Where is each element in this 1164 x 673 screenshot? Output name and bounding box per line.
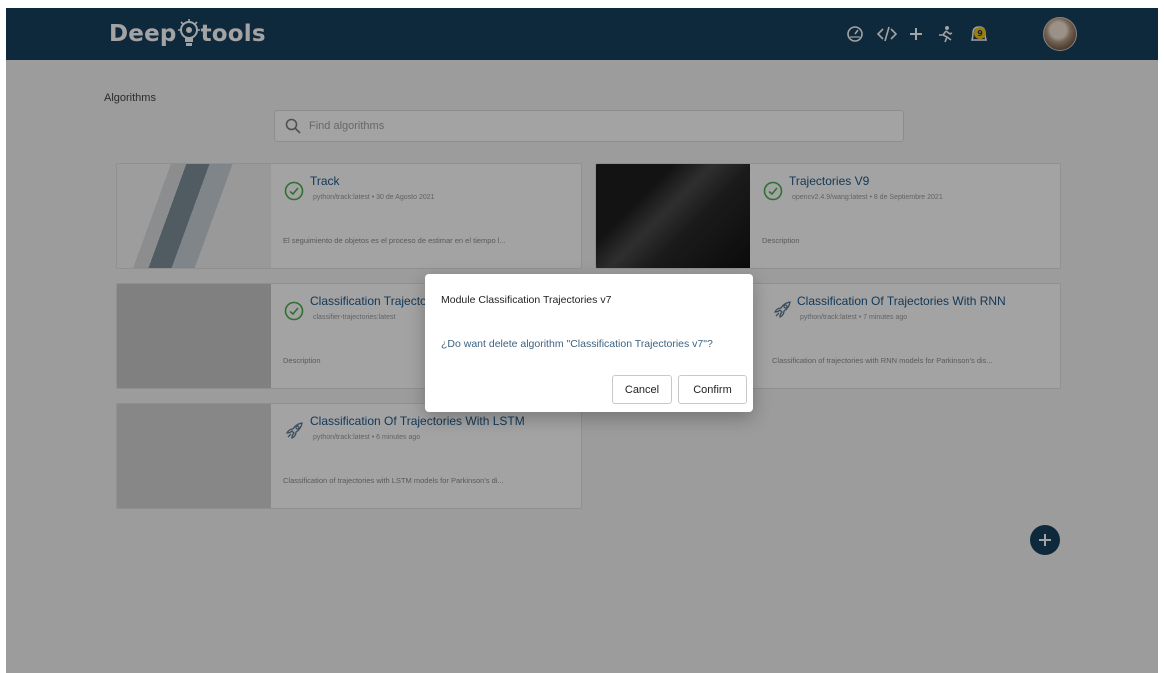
dialog-title: Module Classification Trajectories v7 <box>441 294 612 306</box>
dialog-message: ¿Do want delete algorithm "Classificatio… <box>441 338 713 350</box>
cancel-button[interactable]: Cancel <box>612 375 672 404</box>
confirm-button[interactable]: Confirm <box>678 375 747 404</box>
app-window: Deep tools 9 Algorithms Find algorithms … <box>6 8 1158 673</box>
confirm-delete-dialog: Module Classification Trajectories v7 ¿D… <box>425 274 753 412</box>
